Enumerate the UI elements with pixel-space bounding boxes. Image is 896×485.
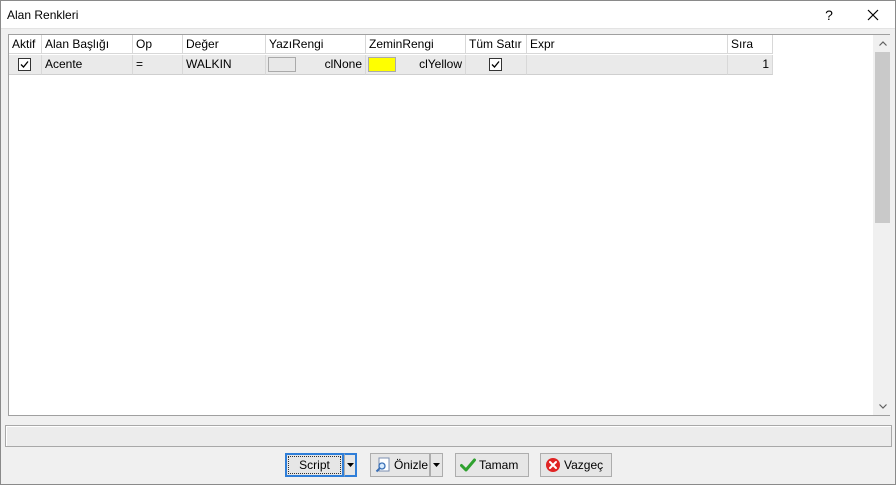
grid-header: Aktif Alan Başlığı Op Değer YazıRengi Ze… [9,35,873,54]
column-header-aktif[interactable]: Aktif [9,35,42,54]
column-header-expr[interactable]: Expr [527,35,728,54]
background-color-name: clYellow [419,57,462,71]
checkmark-icon [491,61,500,68]
op-cell[interactable]: = [133,55,183,75]
preview-button-label: Önizle [394,458,429,472]
color-rules-grid[interactable]: Aktif Alan Başlığı Op Değer YazıRengi Ze… [8,34,890,416]
script-button-label: Script [288,456,341,474]
green-check-icon [460,458,476,472]
window-title: Alan Renkleri [7,8,79,22]
magnifier-document-icon [375,457,390,473]
aktif-checkbox[interactable] [18,58,31,71]
cancel-button-label: Vazgeç [564,458,604,472]
status-bar [5,425,892,447]
script-dropdown-button[interactable] [344,453,357,477]
script-button[interactable]: Script [285,453,344,477]
table-row[interactable]: Acente = WALKIN clNone clYellow 1 [9,55,773,75]
preview-dropdown-button[interactable] [430,453,443,477]
ok-button-label: Tamam [479,458,519,472]
column-header-deger[interactable]: Değer [183,35,266,54]
expr-cell[interactable] [527,55,728,75]
column-header-sira[interactable]: Sıra [728,35,773,54]
preview-button[interactable]: Önizle [370,453,430,477]
help-button[interactable]: ? [809,1,849,29]
yazi-rengi-cell[interactable]: clNone [266,55,366,75]
zemin-rengi-cell[interactable]: clYellow [366,55,466,75]
dropdown-arrow-icon [433,463,440,467]
column-header-op[interactable]: Op [133,35,183,54]
tum-satir-cell[interactable] [466,55,527,75]
deger-cell[interactable]: WALKIN [183,55,266,75]
scroll-down-button[interactable] [874,398,891,415]
dropdown-arrow-icon [346,463,354,467]
help-icon: ? [825,7,833,23]
alan-basligi-cell[interactable]: Acente [42,55,133,75]
red-x-icon [546,458,560,472]
aktif-cell[interactable] [9,55,42,75]
column-header-zemin-rengi[interactable]: ZeminRengi [366,35,466,54]
scroll-up-button[interactable] [874,35,891,52]
text-color-name: clNone [324,57,362,71]
chevron-down-icon [878,404,887,409]
cancel-button[interactable]: Vazgeç [540,453,612,477]
column-header-tum-satir[interactable]: Tüm Satır [466,35,527,54]
column-header-yazi-rengi[interactable]: YazıRengi [266,35,366,54]
column-header-alan-basligi[interactable]: Alan Başlığı [42,35,133,54]
checkmark-icon [20,61,29,68]
dialog-window: Alan Renkleri ? Aktif Alan Başlığı Op De… [0,0,896,485]
scroll-thumb[interactable] [875,52,890,223]
chevron-up-icon [878,41,887,46]
ok-button[interactable]: Tamam [455,453,529,477]
text-color-swatch [268,57,296,72]
background-color-swatch [368,57,396,72]
close-button[interactable] [853,1,893,29]
tum-satir-checkbox[interactable] [489,58,502,71]
vertical-scrollbar[interactable] [873,35,890,415]
sira-cell[interactable]: 1 [728,55,773,75]
close-icon [867,9,879,21]
title-bar: Alan Renkleri ? [1,1,895,29]
